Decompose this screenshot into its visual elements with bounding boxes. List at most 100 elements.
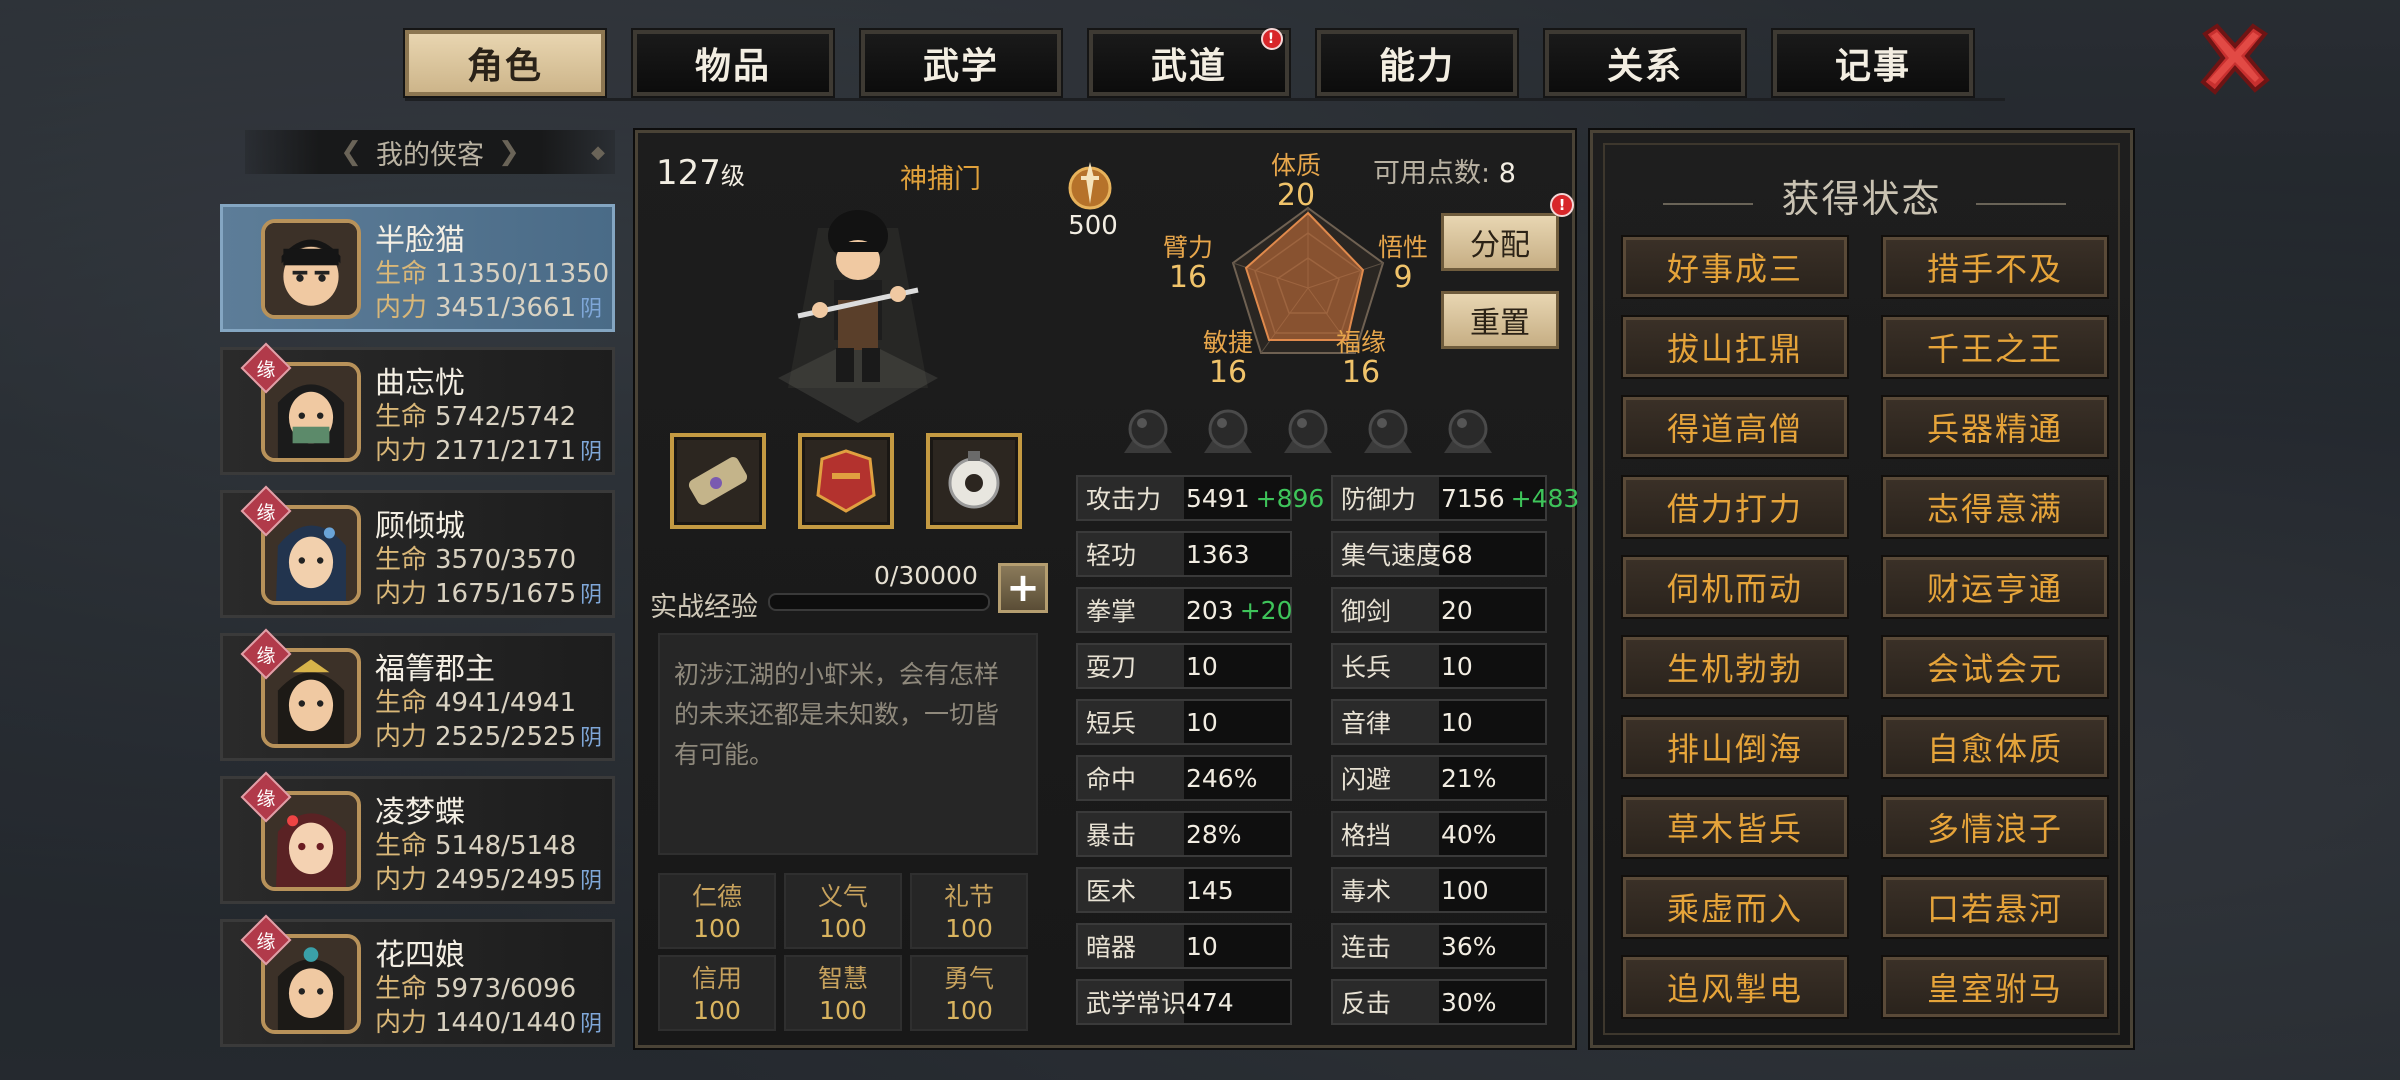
- status-chip[interactable]: 生机勃勃: [1621, 635, 1849, 699]
- exp-value: 0/30000: [874, 561, 978, 590]
- attr-bili: 臂力 16: [1162, 233, 1213, 295]
- equip-slot-armor[interactable]: [798, 433, 894, 529]
- tab-abilities[interactable]: 能力: [1315, 28, 1519, 98]
- tab-label: 能力: [1378, 46, 1455, 87]
- status-chip[interactable]: 追风掣电: [1621, 955, 1849, 1019]
- stat-hit: 命中 246%: [1076, 755, 1292, 801]
- acquired-status-panel: 获得状态 好事成三 措手不及 拔山扛鼎 千王之王 得道高僧 兵器精通 借力打力 …: [1588, 128, 2135, 1050]
- tab-items[interactable]: 物品: [631, 28, 835, 98]
- stat-fist: 拳掌 203 +20: [1076, 587, 1292, 633]
- stat-dodge: 闪避 21%: [1331, 755, 1547, 801]
- close-icon[interactable]: [2195, 20, 2275, 100]
- rank-medal-icon: [1068, 162, 1112, 210]
- stat-qi-speed: 集气速度 68: [1331, 531, 1547, 577]
- status-chip[interactable]: 拔山扛鼎: [1621, 315, 1849, 379]
- status-chip[interactable]: 兵器精通: [1881, 395, 2109, 459]
- mp-label: 内力: [375, 293, 428, 323]
- member-hp: 生命 11350/11350: [375, 253, 609, 290]
- equip-slot-weapon[interactable]: [670, 433, 766, 529]
- virtue-cell: 信用 100: [658, 955, 776, 1031]
- stat-defense: 防御力 7156 +483: [1331, 475, 1579, 521]
- attr-tizhi: 体质 20: [1270, 151, 1321, 213]
- tab-label: 关系: [1606, 46, 1683, 87]
- virtue-cell: 仁德 100: [658, 873, 776, 949]
- tab-character[interactable]: 角色: [403, 28, 607, 98]
- party-member[interactable]: 半脸猫 生命 11350/11350 内力 3451/3661 阴: [220, 204, 615, 332]
- chevron-right-icon: ❯: [498, 137, 520, 167]
- tab-relations[interactable]: 关系: [1543, 28, 1747, 98]
- status-chip[interactable]: 多情浪子: [1881, 795, 2109, 859]
- tab-journal[interactable]: 记事: [1771, 28, 1975, 98]
- attr-minjie: 敏捷 16: [1202, 328, 1253, 390]
- party-member[interactable]: 缘 顾倾城 生命 3570/3570 内力 1675/1675 阴: [220, 485, 615, 618]
- member-hp: 生命 4941/4941: [375, 688, 577, 718]
- stat-attack: 攻击力 5491 +896: [1076, 475, 1324, 521]
- add-exp-button[interactable]: +: [998, 563, 1048, 613]
- party-member[interactable]: 缘 凌梦蝶 生命 5148/5148 内力 2495/2495 阴: [220, 771, 615, 904]
- exp-progress-bar: [768, 593, 990, 611]
- party-member[interactable]: 缘 花四娘 生命 5973/6096 内力 1440/1440 阴: [220, 914, 615, 1047]
- scroll-icon: [688, 457, 748, 505]
- virtue-cell: 勇气 100: [910, 955, 1028, 1031]
- tab-alert-badge: !: [1261, 28, 1283, 50]
- orb-slot-icon[interactable]: [1118, 401, 1178, 461]
- tab-wudao[interactable]: 武道!: [1087, 28, 1291, 98]
- party-member[interactable]: 缘 曲忘忧 生命 5742/5742 内力 2171/2171 阴: [220, 342, 615, 475]
- rank-value: 500: [1068, 211, 1118, 241]
- status-chip[interactable]: 得道高僧: [1621, 395, 1849, 459]
- hp-label: 生命: [375, 259, 428, 289]
- party-member[interactable]: 缘 福箐郡主 生命 4941/4941 内力 2525/2525 阴: [220, 628, 615, 761]
- stat-counter: 反击 30%: [1331, 979, 1547, 1025]
- status-chip[interactable]: 会试会元: [1881, 635, 2109, 699]
- mp-value: 3451/3661: [435, 293, 577, 323]
- status-chip[interactable]: 措手不及: [1881, 235, 2109, 299]
- stat-long-weapon: 长兵 10: [1331, 643, 1547, 689]
- top-tabs: 角色 物品 武学 武道! 能力 关系 记事: [403, 28, 1975, 100]
- status-chip[interactable]: 借力打力: [1621, 475, 1849, 539]
- stat-block: 格挡 40%: [1331, 811, 1547, 857]
- available-points: 可用点数: 8: [1373, 158, 1516, 189]
- chevron-left-icon: ❮: [340, 137, 362, 167]
- status-chip[interactable]: 皇室驸马: [1881, 955, 2109, 1019]
- virtue-cell: 义气 100: [784, 873, 902, 949]
- equip-slot-accessory[interactable]: [926, 433, 1022, 529]
- status-chip[interactable]: 志得意满: [1881, 475, 2109, 539]
- character-description: 初涉江湖的小虾米，会有怎样的未来还都是未知数，一切皆有可能。: [658, 633, 1038, 855]
- orb-slot-icon[interactable]: [1438, 401, 1498, 461]
- member-hp: 生命 5973/6096: [375, 974, 577, 1004]
- character-level: 127级: [656, 153, 745, 193]
- allocate-button[interactable]: 分配: [1441, 213, 1559, 271]
- stat-martial-knowledge: 武学常识 474: [1076, 979, 1292, 1025]
- tab-divider: [405, 98, 2005, 101]
- orb-slot-icon[interactable]: [1278, 401, 1338, 461]
- status-chip[interactable]: 好事成三: [1621, 235, 1849, 299]
- yin-tag: 阴: [580, 297, 603, 322]
- orb-slot-icon[interactable]: [1198, 401, 1258, 461]
- status-chip[interactable]: 排山倒海: [1621, 715, 1849, 779]
- tab-label: 记事: [1834, 46, 1911, 87]
- member-mp: 内力 2495/2495 阴: [375, 865, 603, 895]
- virtue-cell: 礼节 100: [910, 873, 1028, 949]
- reset-button[interactable]: 重置: [1441, 291, 1559, 349]
- armor-icon: [816, 449, 876, 513]
- tab-label: 角色: [466, 46, 543, 87]
- stat-medicine: 医术 145: [1076, 867, 1292, 913]
- stat-qinggong: 轻功 1363: [1076, 531, 1292, 577]
- tab-martial-arts[interactable]: 武学: [859, 28, 1063, 98]
- orb-slot-icon[interactable]: [1358, 401, 1418, 461]
- stat-short-weapon: 短兵 10: [1076, 699, 1292, 745]
- stat-combo: 连击 36%: [1331, 923, 1547, 969]
- status-chip[interactable]: 乘虚而入: [1621, 875, 1849, 939]
- stat-music: 音律 10: [1331, 699, 1547, 745]
- status-chip[interactable]: 伺机而动: [1621, 555, 1849, 619]
- character-sprite: [778, 210, 938, 423]
- status-chip[interactable]: 自愈体质: [1881, 715, 2109, 779]
- status-chip[interactable]: 口若悬河: [1881, 875, 2109, 939]
- member-mp: 内力 1440/1440 阴: [375, 1008, 603, 1038]
- hp-value: 11350/11350: [435, 259, 610, 289]
- status-panel-title: 获得状态: [1781, 177, 1942, 221]
- status-chip[interactable]: 财运亨通: [1881, 555, 2109, 619]
- status-chip[interactable]: 千王之王: [1881, 315, 2109, 379]
- member-mp: 内力 2525/2525 阴: [375, 722, 603, 752]
- status-chip[interactable]: 草木皆兵: [1621, 795, 1849, 859]
